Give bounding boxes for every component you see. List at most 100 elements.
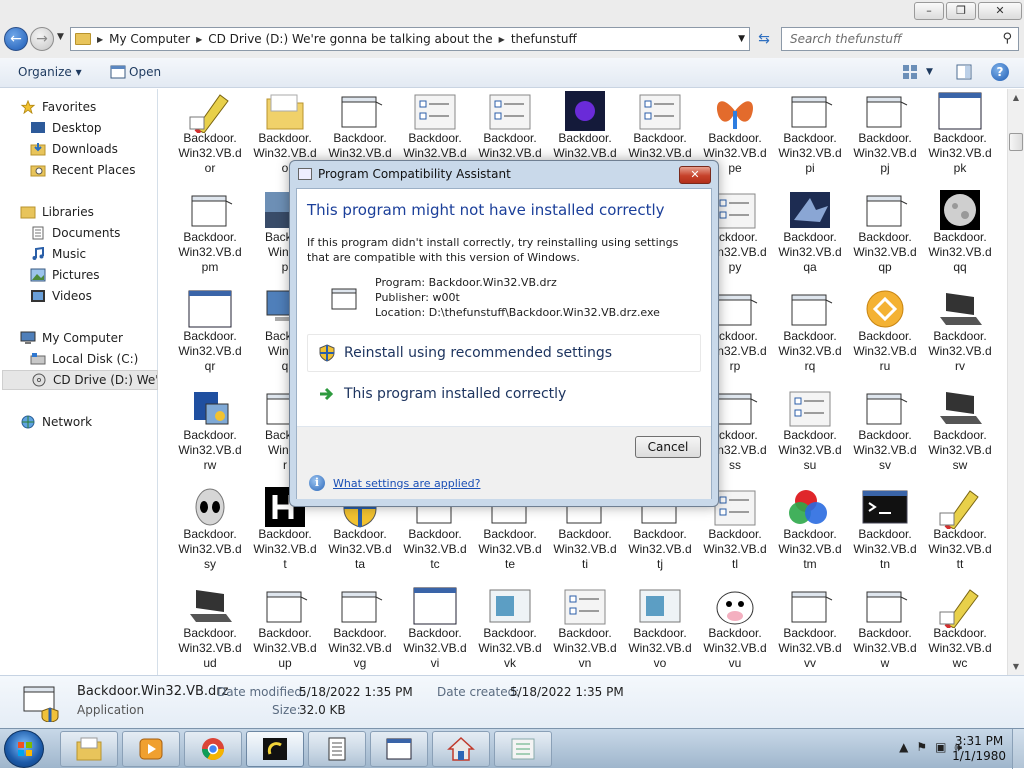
forward-button[interactable]: →	[30, 27, 54, 51]
installed-correctly-option[interactable]: This program installed correctly	[307, 375, 701, 413]
address-dropdown-icon[interactable]: ▼	[738, 34, 745, 44]
search-input[interactable]: Search thefunstuff ⚲	[781, 27, 1019, 51]
checklist-icon	[414, 94, 456, 130]
file-item[interactable]: Backdoor. Win32.VB.d tt	[924, 485, 996, 581]
nav-item-network[interactable]: Network	[20, 412, 158, 432]
chevron-right-icon[interactable]: ▶	[499, 35, 505, 44]
dialog-close-button[interactable]: ✕	[679, 166, 711, 184]
vertical-scrollbar[interactable]: ▲ ▼	[1007, 89, 1024, 675]
folder-icon	[75, 33, 91, 45]
file-item[interactable]: Backdoor. Win32.VB.d qq	[924, 188, 996, 284]
taskbar-app-active[interactable]	[246, 731, 304, 767]
search-icon[interactable]: ⚲	[1002, 31, 1012, 46]
file-item[interactable]: Backdoor. Win32.VB.d vn	[549, 584, 621, 675]
nav-item-music[interactable]: Music	[30, 244, 158, 264]
file-item[interactable]: Backdoor. Win32.VB.d pm	[174, 188, 246, 284]
file-item[interactable]: Backdoor. Win32.VB.d tm	[774, 485, 846, 581]
taskbar-window[interactable]	[370, 731, 428, 767]
file-item[interactable]: Backdoor. Win32.VB.d vv	[774, 584, 846, 675]
back-button[interactable]: ←	[4, 27, 28, 51]
reinstall-option[interactable]: Reinstall using recommended settings	[307, 334, 701, 372]
maximize-button[interactable]: ❐	[946, 2, 976, 20]
settings-applied-link[interactable]: What settings are applied?	[333, 477, 480, 490]
file-item[interactable]: Backdoor. Win32.VB.d qp	[849, 188, 921, 284]
file-item[interactable]: Backdoor. Win32.VB.d wc	[924, 584, 996, 675]
file-item[interactable]: Backdoor. Win32.VB.d ud	[174, 584, 246, 675]
cancel-button[interactable]: Cancel	[635, 436, 701, 458]
nav-item-downloads[interactable]: Downloads	[30, 139, 158, 159]
chevron-right-icon[interactable]: ▶	[196, 35, 202, 44]
change-view-icon[interactable]	[902, 64, 918, 80]
file-item[interactable]: Backdoor. Win32.VB.d pj	[849, 89, 921, 185]
address-bar[interactable]: ▶ My Computer ▶ CD Drive (D:) We're gonn…	[70, 27, 750, 51]
file-label-line: Win32.VB.d	[178, 344, 242, 358]
file-item[interactable]: Backdoor. Win32.VB.d sw	[924, 386, 996, 482]
taskbar-explorer[interactable]	[60, 731, 118, 767]
breadcrumb-thefunstuff[interactable]: thefunstuff	[511, 32, 577, 46]
show-hidden-icons-button[interactable]: ▲	[899, 740, 908, 755]
nav-item-desktop[interactable]: Desktop	[30, 118, 158, 138]
breadcrumb-cd-drive[interactable]: CD Drive (D:) We're gonna be talking abo…	[208, 32, 492, 46]
file-item[interactable]: Backdoor. Win32.VB.d tn	[849, 485, 921, 581]
recent-pages-dropdown[interactable]: ▼	[57, 32, 64, 42]
open-button[interactable]: Open	[129, 65, 161, 79]
file-item[interactable]: Backdoor. Win32.VB.d or	[174, 89, 246, 185]
nav-item-cd-drive[interactable]: CD Drive (D:) We're g	[2, 370, 158, 390]
taskbar-media-player[interactable]	[122, 731, 180, 767]
checklist-icon	[489, 94, 531, 130]
file-label-line: Win32.VB.d	[553, 542, 617, 556]
file-item[interactable]: Backdoor. Win32.VB.d rv	[924, 287, 996, 383]
nav-item-pictures[interactable]: Pictures	[30, 265, 158, 285]
taskbar-list-app[interactable]	[494, 731, 552, 767]
minimize-button[interactable]: –	[914, 2, 944, 20]
file-item[interactable]: Backdoor. Win32.VB.d w	[849, 584, 921, 675]
nav-item-my-computer[interactable]: My Computer	[20, 328, 158, 348]
scroll-down-icon[interactable]: ▼	[1008, 658, 1024, 675]
scroll-thumb[interactable]	[1009, 133, 1023, 151]
file-label-line: tt	[956, 557, 964, 571]
nav-item-recent-places[interactable]: Recent Places	[30, 160, 158, 180]
file-item[interactable]: Backdoor. Win32.VB.d pk	[924, 89, 996, 185]
clock[interactable]: 3:31 PM 1/1/1980	[952, 734, 1006, 764]
refresh-button[interactable]: ⇆	[754, 29, 774, 49]
show-desktop-button[interactable]	[1012, 729, 1024, 769]
file-item[interactable]: Backdoor. Win32.VB.d su	[774, 386, 846, 482]
organize-button[interactable]: Organize ▾	[18, 65, 82, 79]
help-button[interactable]: ?	[991, 63, 1009, 81]
file-label-line: Backdoor.	[783, 626, 837, 640]
start-button[interactable]	[4, 730, 44, 768]
file-item[interactable]: Backdoor. Win32.VB.d vo	[624, 584, 696, 675]
nav-item-videos[interactable]: Videos	[30, 286, 158, 306]
file-item[interactable]: Backdoor. Win32.VB.d sy	[174, 485, 246, 581]
file-item[interactable]: Backdoor. Win32.VB.d ru	[849, 287, 921, 383]
file-item[interactable]: Backdoor. Win32.VB.d vg	[324, 584, 396, 675]
file-item[interactable]: Backdoor. Win32.VB.d vk	[474, 584, 546, 675]
nav-item-favorites[interactable]: Favorites	[20, 97, 158, 117]
network-tray-icon[interactable]: ▣	[935, 740, 946, 755]
taskbar-home-app[interactable]	[432, 731, 490, 767]
breadcrumb-my-computer[interactable]: My Computer	[109, 32, 190, 46]
file-item[interactable]: Backdoor. Win32.VB.d pi	[774, 89, 846, 185]
file-item[interactable]: Backdoor. Win32.VB.d sv	[849, 386, 921, 482]
close-button[interactable]: ✕	[978, 2, 1022, 20]
nav-item-local-disk[interactable]: Local Disk (C:)	[30, 349, 158, 369]
file-item[interactable]: Backdoor. Win32.VB.d qr	[174, 287, 246, 383]
nav-item-documents[interactable]: Documents	[30, 223, 158, 243]
file-item[interactable]: Backdoor. Win32.VB.d qa	[774, 188, 846, 284]
preview-pane-icon[interactable]	[956, 64, 972, 80]
scroll-up-icon[interactable]: ▲	[1008, 89, 1024, 106]
file-item[interactable]: Backdoor. Win32.VB.d vi	[399, 584, 471, 675]
file-item[interactable]: Backdoor. Win32.VB.d rw	[174, 386, 246, 482]
file-item[interactable]: Backdoor. Win32.VB.d rq	[774, 287, 846, 383]
file-item[interactable]: Backdoor. Win32.VB.d up	[249, 584, 321, 675]
taskbar-chrome[interactable]	[184, 731, 242, 767]
view-dropdown-icon[interactable]: ▼	[926, 67, 933, 77]
file-item[interactable]: Backdoor. Win32.VB.d vu	[699, 584, 771, 675]
file-label-line: Win32.VB.d	[853, 146, 917, 160]
compatibility-dialog: Program Compatibility Assistant ✕ This p…	[289, 160, 719, 507]
chevron-right-icon[interactable]: ▶	[97, 35, 103, 44]
action-center-flag-icon[interactable]: ⚑	[916, 740, 927, 755]
file-label-line: Backdoor.	[333, 131, 387, 145]
nav-item-libraries[interactable]: Libraries	[20, 202, 158, 222]
taskbar-notepad[interactable]	[308, 731, 366, 767]
